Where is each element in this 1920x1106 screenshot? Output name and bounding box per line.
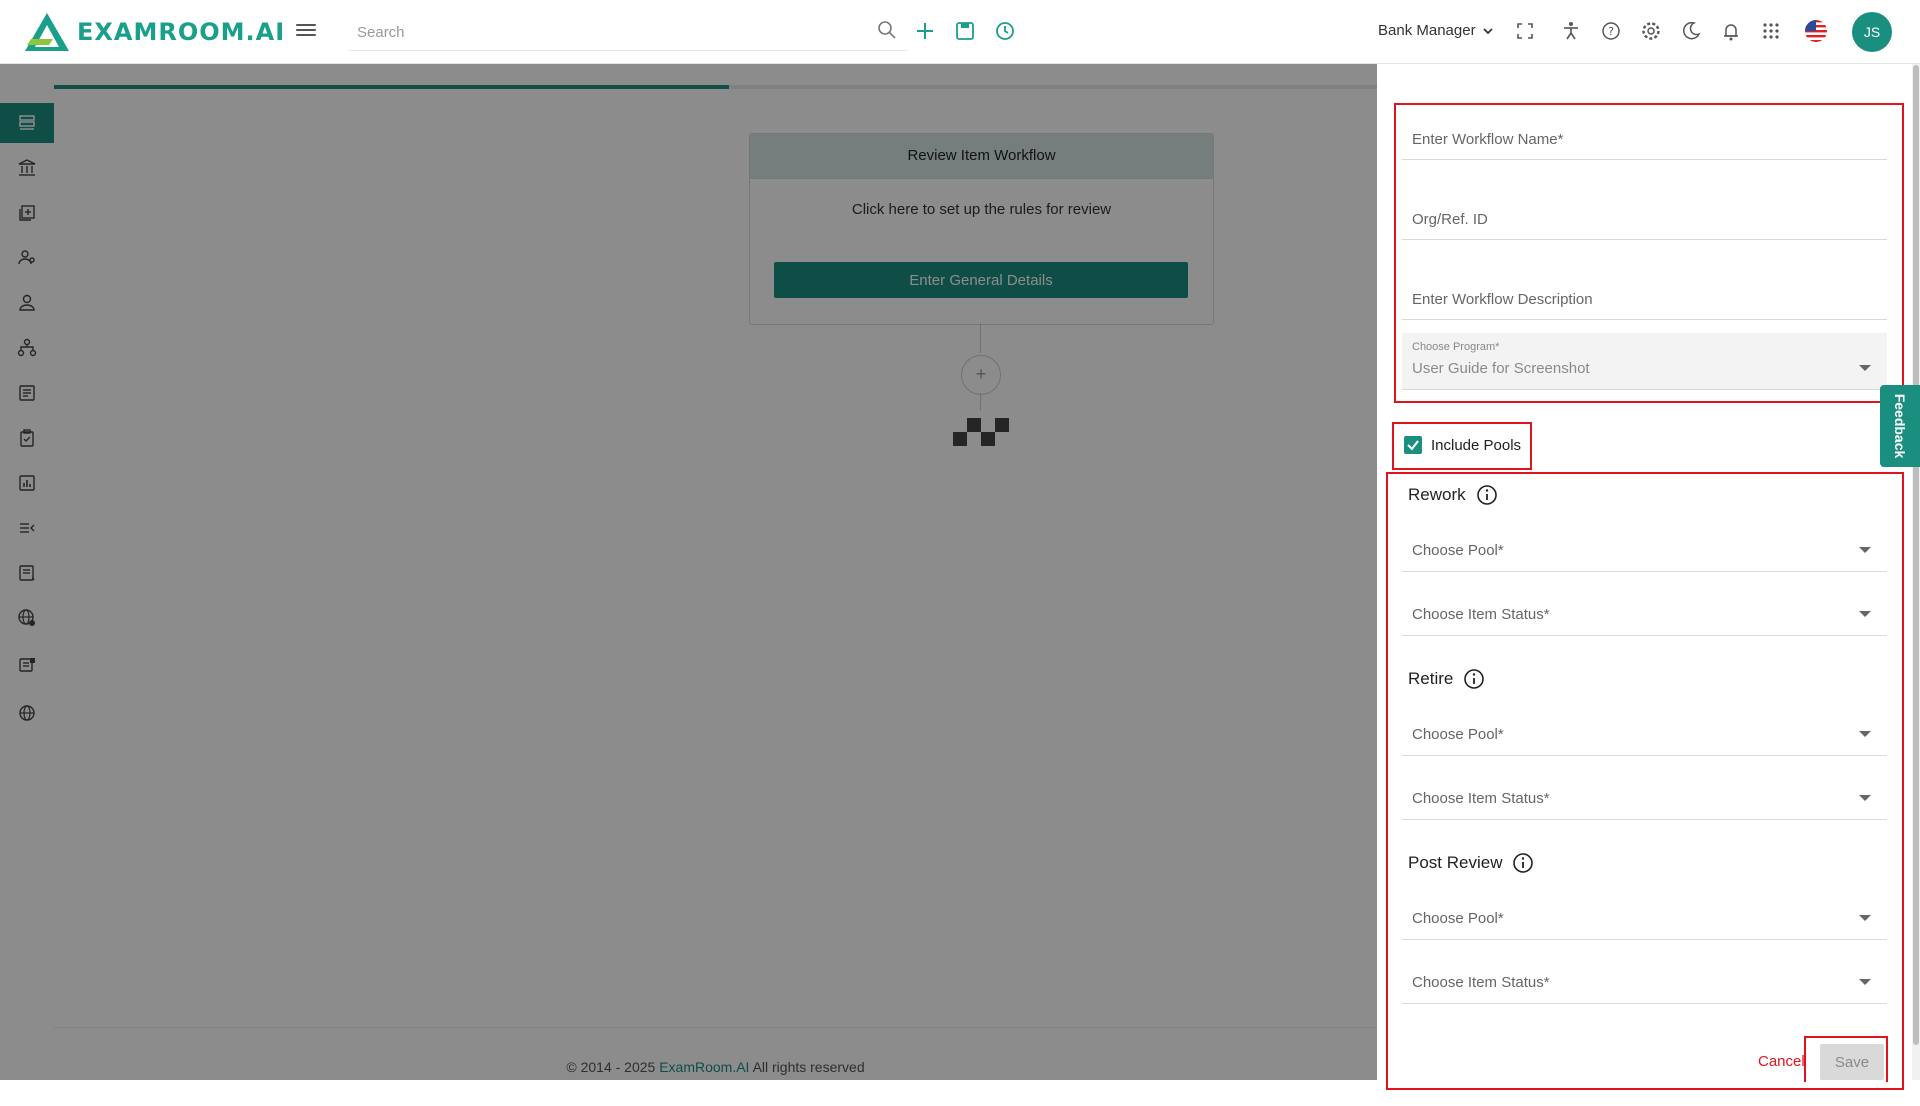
description-input[interactable]	[1402, 290, 1884, 309]
search-icon[interactable]	[877, 20, 897, 40]
retire-status-label: Choose Item Status*	[1412, 790, 1550, 807]
modal-overlay[interactable]	[0, 63, 1377, 1080]
role-selector[interactable]: Bank Manager	[1378, 22, 1494, 39]
settings-icon[interactable]	[1640, 20, 1662, 42]
logo-text: EXAMROOM.AI	[77, 18, 286, 46]
program-select[interactable]: Choose Program* User Guide for Screensho…	[1402, 333, 1887, 390]
avatar[interactable]: JS	[1852, 12, 1892, 52]
scrollbar-thumb[interactable]	[1913, 65, 1919, 1045]
fullscreen-icon[interactable]	[1514, 20, 1536, 42]
workflow-details-drawer: Choose Program* User Guide for Screensho…	[1377, 63, 1920, 1090]
caret-down-icon	[1859, 979, 1871, 985]
include-pools-label: Include Pools	[1431, 437, 1522, 454]
caret-down-icon	[1859, 365, 1871, 371]
workflow-name-input[interactable]	[1402, 130, 1884, 149]
caret-down-icon	[1859, 795, 1871, 801]
role-label: Bank Manager	[1378, 22, 1476, 39]
search-bar	[349, 14, 907, 51]
accessibility-icon[interactable]	[1560, 20, 1582, 42]
feedback-label: Feedback	[1892, 393, 1908, 459]
caret-down-icon	[1859, 915, 1871, 921]
rework-status-label: Choose Item Status*	[1412, 606, 1550, 623]
info-icon[interactable]	[1512, 852, 1534, 874]
rework-title: Rework	[1408, 485, 1466, 504]
retire-pool-select[interactable]: Choose Pool*	[1402, 705, 1887, 756]
help-icon[interactable]: ?	[1600, 20, 1622, 42]
post-review-title: Post Review	[1408, 853, 1503, 872]
caret-down-icon	[1859, 611, 1871, 617]
svg-text:?: ?	[1608, 25, 1614, 38]
history-icon[interactable]	[994, 20, 1016, 42]
notification-icon[interactable]	[1720, 20, 1742, 42]
caret-down-icon	[1859, 547, 1871, 553]
post-review-pool-select[interactable]: Choose Pool*	[1402, 889, 1887, 940]
retire-section-title: Retire	[1408, 668, 1485, 690]
post-review-section-title: Post Review	[1408, 852, 1534, 874]
org-ref-input[interactable]	[1402, 210, 1884, 229]
top-bar: EXAMROOM.AI Bank Manager	[0, 0, 1920, 64]
include-pools-checkbox[interactable]	[1404, 436, 1422, 454]
rework-status-select[interactable]: Choose Item Status*	[1402, 585, 1887, 636]
rework-pool-label: Choose Pool*	[1412, 542, 1504, 559]
rework-section-title: Rework	[1408, 484, 1498, 506]
scrollbar[interactable]	[1912, 63, 1920, 1080]
post-review-status-label: Choose Item Status*	[1412, 974, 1550, 991]
post-review-status-select[interactable]: Choose Item Status*	[1402, 953, 1887, 1004]
plus-icon[interactable]	[914, 20, 936, 42]
retire-pool-label: Choose Pool*	[1412, 726, 1504, 743]
program-select-label: Choose Program*	[1412, 341, 1500, 353]
info-icon[interactable]	[1476, 484, 1498, 506]
chevron-down-icon	[1482, 27, 1493, 34]
search-input[interactable]	[349, 22, 859, 42]
caret-down-icon	[1859, 731, 1871, 737]
description-field	[1402, 269, 1887, 320]
retire-title: Retire	[1408, 669, 1454, 688]
save-icon[interactable]	[954, 20, 976, 42]
feedback-tab[interactable]: Feedback	[1880, 385, 1920, 467]
info-icon[interactable]	[1463, 668, 1485, 690]
apps-grid-icon[interactable]	[1760, 20, 1782, 42]
rework-pool-select[interactable]: Choose Pool*	[1402, 521, 1887, 572]
program-select-value: User Guide for Screenshot	[1412, 360, 1590, 377]
save-button[interactable]: Save	[1820, 1044, 1884, 1080]
workflow-name-field	[1402, 109, 1887, 160]
us-flag-icon[interactable]	[1804, 19, 1828, 43]
logo[interactable]: EXAMROOM.AI	[23, 12, 285, 52]
cancel-button[interactable]: Cancel	[1752, 1052, 1811, 1071]
checkmark-icon	[1407, 440, 1419, 451]
logo-icon	[25, 13, 69, 51]
menu-toggle-icon[interactable]	[296, 21, 316, 41]
dark-mode-icon[interactable]	[1680, 20, 1702, 42]
org-ref-field	[1402, 189, 1887, 240]
post-review-pool-label: Choose Pool*	[1412, 910, 1504, 927]
retire-status-select[interactable]: Choose Item Status*	[1402, 769, 1887, 820]
